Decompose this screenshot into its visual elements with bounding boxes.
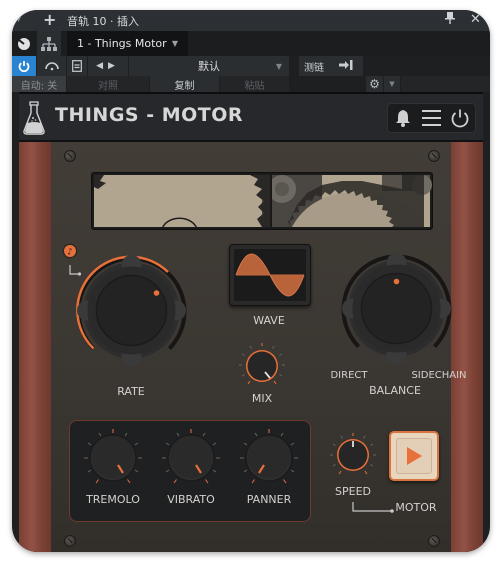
power-icon[interactable] [450, 108, 470, 132]
screw-icon [64, 535, 76, 547]
power-icon [18, 61, 30, 72]
prev-preset-icon[interactable]: ◀ [96, 61, 108, 71]
speed-knob[interactable] [328, 430, 378, 480]
plugin-selector-label: 1 - Things Motor [77, 37, 167, 50]
main-panel: ♪ RATE WAVE MIX DIRECT SIDECHAIN BALANCE… [51, 142, 467, 552]
sine-wave-icon [234, 249, 306, 301]
bypass-knob-button[interactable] [12, 31, 36, 56]
preset-row: ◀ ▶ 默认 ▼ 测链 [12, 56, 490, 76]
knob-icon [18, 37, 30, 50]
vibrato-knob[interactable] [160, 427, 222, 489]
dome-icon [44, 62, 59, 71]
bell-icon[interactable] [395, 109, 411, 131]
settings-button[interactable]: ⚙ [366, 76, 383, 92]
motor-button-face [396, 438, 432, 474]
plugin-ui: THINGS - MOTOR ♪ RATE WAVE MIX DIRECT SI… [19, 92, 483, 552]
preset-dropdown[interactable]: 默认 ▼ [129, 56, 289, 76]
wave-label: WAVE [253, 314, 285, 327]
settings-dropdown[interactable]: ▼ [384, 76, 400, 92]
sidechain-button[interactable]: 测链 [299, 56, 363, 76]
routing-icon [41, 36, 57, 51]
vibrato-label: VIBRATO [167, 493, 215, 506]
plugin-window: ▾ + 音轨 10 · 插入 ✕ 1 - Things Motor ▼ ◀ ▶ … [12, 10, 490, 552]
panner-knob[interactable] [238, 427, 300, 489]
routing-button[interactable] [37, 31, 61, 56]
plugin-title: THINGS - MOTOR [55, 104, 244, 126]
preset-name: 默认 [198, 60, 220, 73]
effects-section: TREMOLO VIBRATO PANNER [69, 420, 311, 522]
chevron-down-icon: ▼ [275, 61, 282, 71]
motor-label: MOTOR [395, 501, 437, 514]
tremolo-knob[interactable] [82, 427, 144, 489]
chevron-down-icon: ▼ [389, 80, 395, 88]
preset-browser-button[interactable] [67, 56, 87, 76]
paste-button[interactable]: 粘贴 [220, 76, 289, 92]
plugin-selector-dropdown[interactable]: 1 - Things Motor ▼ [67, 31, 188, 56]
rate-label: RATE [117, 385, 145, 398]
toolbar-spacer [401, 76, 490, 92]
plugin-selector-row: 1 - Things Motor ▼ [12, 31, 490, 56]
wave-selector-button[interactable] [229, 244, 311, 306]
hamburger-menu-icon[interactable] [422, 110, 441, 130]
compare-button[interactable]: 对照 [67, 76, 149, 92]
balance-sidechain-label: SIDECHAIN [411, 370, 467, 381]
title-bar: ▾ + 音轨 10 · 插入 ✕ [12, 10, 490, 31]
speed-motor-link-icon [352, 499, 396, 518]
screw-icon [428, 150, 440, 162]
mix-label: MIX [251, 392, 273, 405]
plus-icon[interactable]: + [43, 11, 56, 29]
copy-button[interactable]: 复制 [150, 76, 219, 92]
pin-icon[interactable] [445, 11, 455, 29]
screw-icon [64, 150, 76, 162]
speed-label: SPEED [335, 485, 371, 498]
power-toggle-button[interactable] [12, 56, 36, 76]
header-buttons [387, 103, 476, 133]
tremolo-label: TREMOLO [86, 493, 140, 506]
next-preset-icon[interactable]: ▶ [108, 61, 120, 71]
sidechain-input-icon [339, 59, 353, 74]
gear-animation-display [91, 172, 433, 230]
close-icon[interactable]: ✕ [470, 11, 481, 29]
wood-side-left [19, 142, 51, 552]
rate-knob[interactable] [69, 248, 194, 373]
panner-label: PANNER [246, 493, 292, 506]
chevron-down-icon: ▼ [171, 39, 178, 48]
preset-prev-next[interactable]: ◀ ▶ [88, 56, 128, 76]
edit-row: 自动: 关 对照 复制 粘贴 ⚙ ▼ [12, 76, 490, 92]
balance-label: BALANCE [369, 384, 421, 397]
balance-knob[interactable] [334, 246, 459, 371]
balance-direct-label: DIRECT [330, 370, 368, 381]
plugin-header: THINGS - MOTOR [19, 94, 483, 142]
gear-icon: ⚙ [369, 77, 380, 91]
gears-icon [94, 175, 432, 229]
screw-icon [428, 535, 440, 547]
flask-logo-icon [22, 101, 46, 139]
motor-play-button[interactable] [389, 431, 439, 481]
automation-button[interactable]: 自动: 关 [12, 76, 66, 92]
activate-button[interactable] [37, 56, 66, 76]
sidechain-label: 测链 [304, 62, 324, 74]
window-title: 音轨 10 · 插入 [67, 15, 139, 28]
menu-icon[interactable]: ▾ [16, 11, 21, 29]
mix-knob[interactable] [237, 340, 287, 390]
play-icon [407, 447, 422, 465]
document-icon [72, 60, 82, 72]
